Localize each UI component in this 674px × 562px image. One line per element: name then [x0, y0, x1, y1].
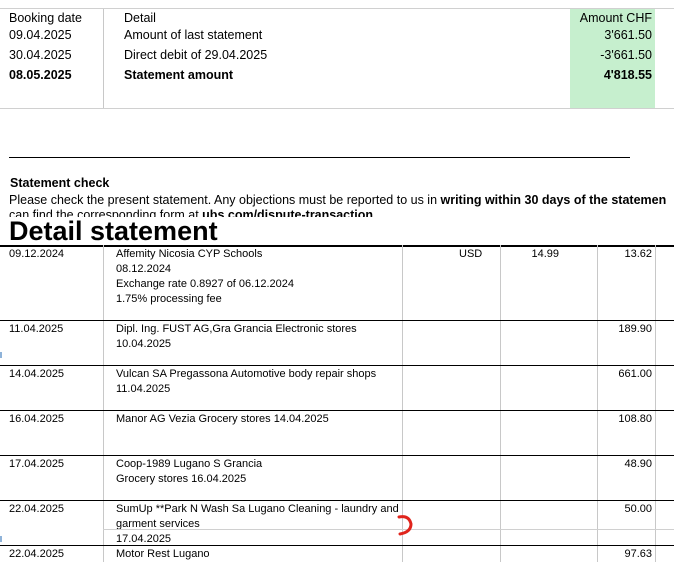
- row-separator: [0, 320, 674, 321]
- transaction-date: 17.04.2025: [9, 458, 65, 470]
- transaction-detail-line: 11.04.2025: [116, 383, 171, 395]
- separator-line: [9, 157, 630, 158]
- transaction-amount-chf: 97.63: [624, 548, 652, 560]
- row-separator: [0, 410, 674, 411]
- transaction-detail-line: Grocery stores 16.04.2025: [116, 473, 247, 485]
- transaction-amount-chf: 661.00: [618, 368, 652, 380]
- transaction-detail-line: 10.04.2025: [116, 338, 172, 350]
- transaction-detail-line: Motor Rest Lugano: [116, 548, 210, 560]
- transaction-amount-chf: 13.62: [624, 248, 652, 260]
- header-amount: Amount CHF: [579, 11, 652, 25]
- transaction-detail-line: Exchange rate 0.8927 of 06.12.2024: [116, 278, 294, 290]
- table-row: [0, 245, 674, 320]
- transaction-detail-line: Dipl. Ing. FUST AG,Gra Grancia Electroni…: [116, 323, 357, 335]
- inner-gridline: [103, 529, 674, 530]
- foreign-currency: USD: [459, 248, 483, 260]
- dispute-link[interactable]: ubs.com/dispute-transaction: [202, 208, 373, 217]
- summary-amount-total: 4'818.55: [603, 68, 652, 82]
- transaction-detail-line: 1.75% processing fee: [116, 293, 222, 305]
- summary-detail: Direct debit of 29.04.2025: [124, 48, 268, 62]
- detail-statement-title: Detail statement: [9, 216, 218, 246]
- transaction-detail-line: 08.12.2024: [116, 263, 172, 275]
- top-gridline: [0, 8, 674, 9]
- row-separator: [0, 500, 674, 501]
- statement-check-emphasis: writing within 30 days of the statemen: [440, 193, 667, 207]
- foreign-amount: 14.99: [531, 248, 559, 260]
- row-separator: [0, 455, 674, 456]
- transaction-detail-line: SumUp **Park N Wash Sa Lugano Cleaning -…: [116, 503, 399, 515]
- header-detail: Detail: [124, 11, 156, 25]
- transaction-amount-chf: 189.90: [618, 323, 652, 335]
- row-separator: [0, 545, 674, 546]
- transaction-date: 09.12.2024: [9, 248, 65, 260]
- transaction-date: 16.04.2025: [9, 413, 65, 425]
- red-annotation-mark: [397, 515, 413, 536]
- transaction-detail-line: Affemity Nicosia CYP Schools: [116, 248, 263, 260]
- statement-check-title: Statement check: [10, 176, 110, 190]
- summary-amount: 3'661.50: [604, 28, 652, 42]
- summary-date-total: 08.05.2025: [9, 68, 72, 82]
- transaction-date: 14.04.2025: [9, 368, 65, 380]
- column-divider: [103, 8, 104, 108]
- table-row: [0, 545, 674, 562]
- transaction-detail-line: Manor AG Vezia Grocery stores 14.04.2025: [116, 413, 329, 425]
- row-separator: [0, 365, 674, 366]
- transaction-amount-chf: 108.80: [618, 413, 652, 425]
- transaction-date: 22.04.2025: [9, 548, 65, 560]
- summary-date: 30.04.2025: [9, 48, 72, 62]
- statement-check-text: Please check the present statement. Any …: [9, 193, 674, 207]
- transaction-date: 11.04.2025: [9, 323, 64, 335]
- table-row: [0, 455, 674, 500]
- summary-amount: -3'661.50: [600, 48, 652, 62]
- transaction-date: 22.04.2025: [9, 503, 65, 515]
- table-row: [0, 410, 674, 455]
- transaction-detail-line: Coop-1989 Lugano S Grancia: [116, 458, 263, 470]
- summary-detail-total: Statement amount: [124, 68, 234, 82]
- statement-check-text-part: Please check the present statement. Any …: [9, 193, 441, 207]
- summary-bottom-gridline: [0, 108, 674, 109]
- transaction-detail-line: Vulcan SA Pregassona Automotive body rep…: [116, 368, 377, 380]
- transaction-detail-line: 17.04.2025: [116, 533, 172, 545]
- transaction-amount-chf: 50.00: [624, 503, 652, 515]
- summary-date: 09.04.2025: [9, 28, 72, 42]
- transaction-amount-chf: 48.90: [624, 458, 652, 470]
- summary-detail: Amount of last statement: [124, 28, 263, 42]
- header-booking-date: Booking date: [9, 11, 82, 25]
